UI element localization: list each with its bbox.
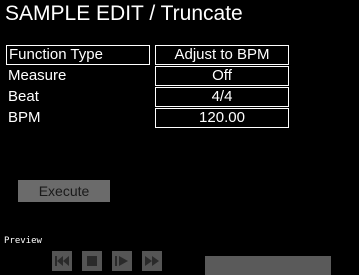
beat-label[interactable]: Beat	[6, 87, 150, 107]
page-title: SAMPLE EDIT / Truncate	[5, 2, 243, 25]
measure-label[interactable]: Measure	[6, 66, 150, 86]
execute-button[interactable]: Execute	[18, 180, 110, 202]
param-row-bpm[interactable]: BPM 120.00	[0, 108, 359, 128]
play-button[interactable]	[112, 251, 132, 271]
stop-icon	[87, 256, 97, 266]
measure-value[interactable]: Off	[155, 66, 289, 86]
param-row-measure[interactable]: Measure Off	[0, 66, 359, 86]
bpm-label[interactable]: BPM	[6, 108, 150, 128]
param-row-beat[interactable]: Beat 4/4	[0, 87, 359, 107]
preview-progress-bar	[205, 256, 331, 275]
play-icon	[115, 256, 128, 266]
skip-back-button[interactable]	[52, 251, 72, 271]
bpm-value[interactable]: 120.00	[155, 108, 289, 128]
fast-forward-icon	[145, 256, 159, 266]
skip-back-icon	[55, 256, 69, 266]
beat-value[interactable]: 4/4	[155, 87, 289, 107]
fast-forward-button[interactable]	[142, 251, 162, 271]
preview-label: Preview	[4, 236, 42, 246]
stop-button[interactable]	[82, 251, 102, 271]
function-type-label[interactable]: Function Type	[6, 45, 150, 65]
function-type-value[interactable]: Adjust to BPM	[155, 45, 289, 65]
param-row-function-type[interactable]: Function Type Adjust to BPM	[0, 45, 359, 65]
